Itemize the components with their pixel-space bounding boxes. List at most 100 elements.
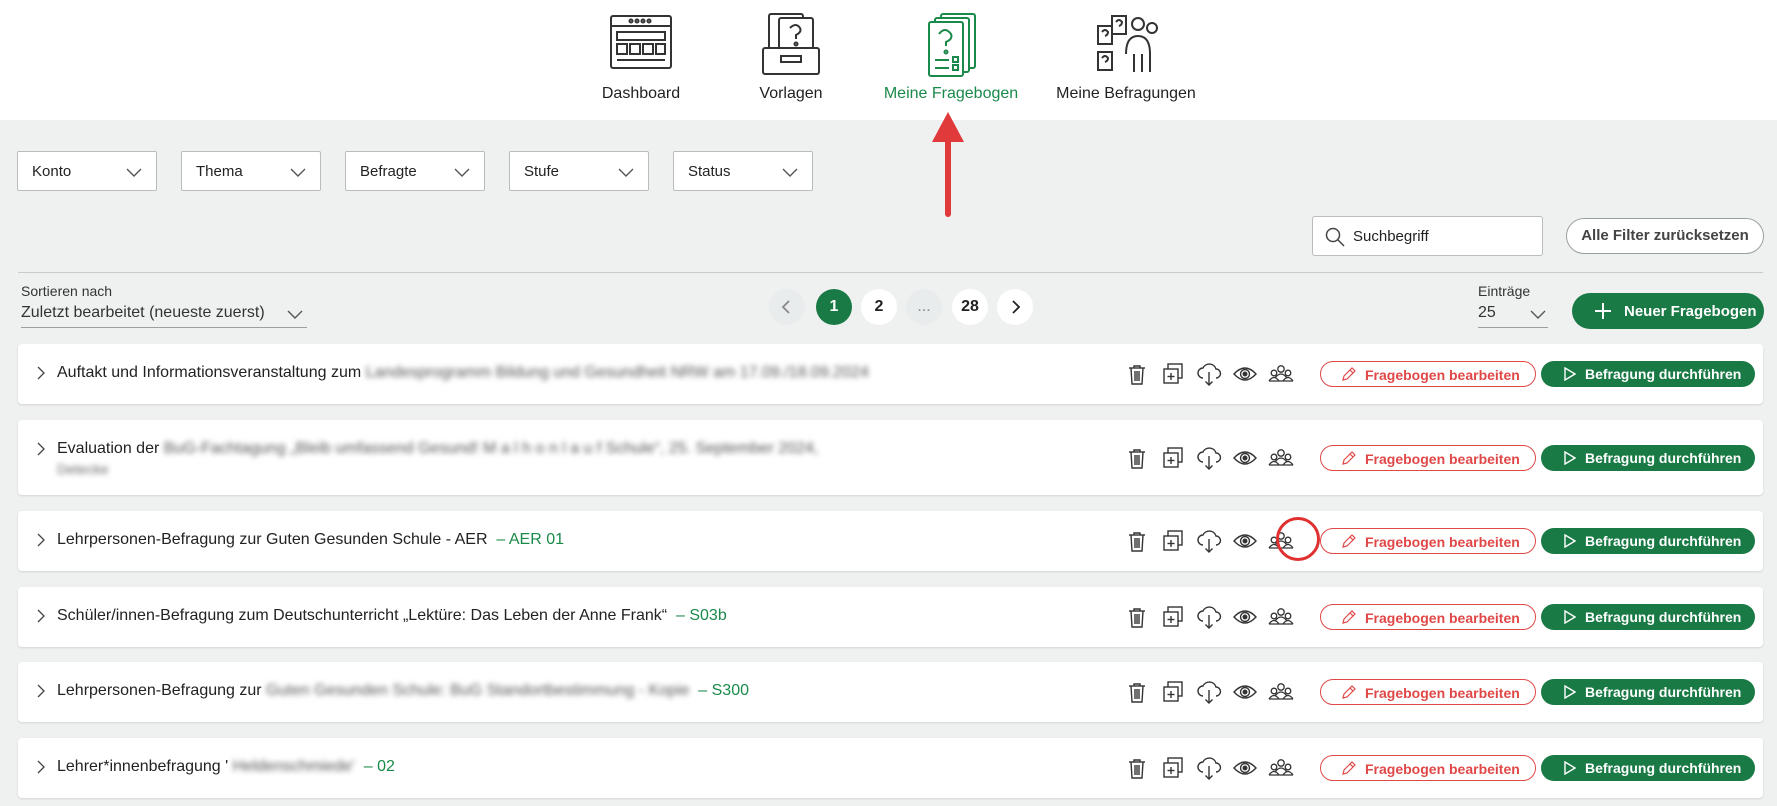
nav-vorlagen[interactable]: Vorlagen bbox=[711, 0, 871, 103]
delete-icon bbox=[1129, 532, 1145, 552]
download-icon[interactable] bbox=[1196, 755, 1222, 781]
participants-icon[interactable] bbox=[1268, 445, 1294, 471]
edit-questionnaire-button[interactable]: Fragebogen bearbeiten bbox=[1320, 679, 1536, 705]
delete-icon[interactable] bbox=[1124, 679, 1150, 705]
preview-icon[interactable] bbox=[1232, 679, 1258, 705]
edit-questionnaire-button[interactable]: Fragebogen bearbeiten bbox=[1320, 528, 1536, 554]
questionnaire-code: – AER 01 bbox=[496, 531, 564, 548]
pencil-icon bbox=[1342, 685, 1356, 699]
pagination-page-28[interactable]: 28 bbox=[952, 289, 988, 325]
chevron-right-icon[interactable] bbox=[34, 684, 48, 698]
run-survey-button[interactable]: Befragung durchführen bbox=[1541, 679, 1755, 705]
edit-questionnaire-label: Fragebogen bearbeiten bbox=[1365, 534, 1520, 550]
filter-konto[interactable]: Konto bbox=[17, 151, 157, 191]
participants-icon[interactable] bbox=[1268, 679, 1294, 705]
chevron-right-icon[interactable] bbox=[34, 442, 48, 456]
delete-icon bbox=[1129, 365, 1145, 385]
edit-questionnaire-button[interactable]: Fragebogen bearbeiten bbox=[1320, 755, 1536, 781]
reset-filters-button[interactable]: Alle Filter zurücksetzen bbox=[1566, 218, 1764, 254]
download-icon[interactable] bbox=[1196, 604, 1222, 630]
preview-icon[interactable] bbox=[1232, 604, 1258, 630]
nav-meine-fragebogen[interactable]: Meine Fragebogen bbox=[871, 0, 1031, 103]
pagination-page-2[interactable]: 2 bbox=[861, 289, 897, 325]
run-survey-button[interactable]: Befragung durchführen bbox=[1541, 755, 1755, 781]
questionnaire-row: Auftakt und Informationsveranstaltung zu… bbox=[18, 344, 1763, 404]
preview-icon[interactable] bbox=[1232, 528, 1258, 554]
filter-stufe-label: Stufe bbox=[524, 163, 560, 180]
search-input[interactable] bbox=[1353, 225, 1533, 247]
preview-icon[interactable] bbox=[1232, 445, 1258, 471]
nav-dashboard[interactable]: Dashboard bbox=[561, 0, 721, 103]
edit-questionnaire-button[interactable]: Fragebogen bearbeiten bbox=[1320, 604, 1536, 630]
chevron-right-icon[interactable] bbox=[34, 609, 48, 623]
participants-icon[interactable] bbox=[1268, 604, 1294, 630]
questionnaire-title[interactable]: Auftakt und Informationsveranstaltung zu… bbox=[57, 364, 869, 382]
highlight-circle bbox=[1276, 517, 1320, 561]
chevron-right-icon[interactable] bbox=[34, 760, 48, 774]
download-icon[interactable] bbox=[1196, 679, 1222, 705]
pencil-icon bbox=[1342, 534, 1356, 548]
delete-icon bbox=[1129, 759, 1145, 779]
edit-questionnaire-button[interactable]: Fragebogen bearbeiten bbox=[1320, 445, 1536, 471]
preview-icon[interactable] bbox=[1232, 755, 1258, 781]
download-icon[interactable] bbox=[1196, 361, 1222, 387]
duplicate-icon bbox=[1163, 757, 1183, 778]
edit-questionnaire-label: Fragebogen bearbeiten bbox=[1365, 451, 1520, 467]
run-survey-button[interactable]: Befragung durchführen bbox=[1541, 528, 1755, 554]
divider bbox=[18, 272, 1763, 273]
sort-caption: Sortieren nach bbox=[21, 283, 113, 299]
pagination-page-1[interactable]: 1 bbox=[816, 289, 852, 325]
run-survey-button[interactable]: Befragung durchführen bbox=[1541, 361, 1755, 387]
filter-stufe[interactable]: Stufe bbox=[509, 151, 649, 191]
entries-caption: Einträge bbox=[1478, 283, 1531, 299]
questionnaire-title[interactable]: Lehrpersonen-Befragung zur Guten Gesunde… bbox=[57, 682, 749, 700]
edit-questionnaire-label: Fragebogen bearbeiten bbox=[1365, 610, 1520, 626]
title-redacted-text: Guten Gesunden Schule: BuG Standortbesti… bbox=[266, 682, 690, 699]
run-survey-button[interactable]: Befragung durchführen bbox=[1541, 445, 1755, 471]
duplicate-icon[interactable] bbox=[1160, 604, 1186, 630]
delete-icon[interactable] bbox=[1124, 604, 1150, 630]
questionnaire-title[interactable]: Lehrer*innenbefragung ' Heldenschmiede' … bbox=[57, 758, 395, 776]
questionnaire-title[interactable]: Evaluation der BuG-Fachtagung „Bleib umf… bbox=[57, 440, 818, 458]
nav-meine-befragungen[interactable]: Meine Befragungen bbox=[1046, 0, 1206, 103]
chevron-right-icon[interactable] bbox=[34, 366, 48, 380]
title-text: Lehrpersonen-Befragung zur bbox=[57, 682, 262, 699]
filter-status[interactable]: Status bbox=[673, 151, 813, 191]
delete-icon[interactable] bbox=[1124, 445, 1150, 471]
new-questionnaire-button[interactable]: Neuer Fragebogen bbox=[1572, 293, 1764, 329]
participants-icon[interactable] bbox=[1268, 755, 1294, 781]
duplicate-icon bbox=[1163, 681, 1183, 702]
preview-icon[interactable] bbox=[1232, 361, 1258, 387]
edit-questionnaire-button[interactable]: Fragebogen bearbeiten bbox=[1320, 361, 1536, 387]
delete-icon[interactable] bbox=[1124, 755, 1150, 781]
filter-befragte[interactable]: Befragte bbox=[345, 151, 485, 191]
preview-icon bbox=[1233, 367, 1257, 381]
duplicate-icon bbox=[1163, 606, 1183, 627]
nav-label-dashboard: Dashboard bbox=[601, 85, 681, 102]
templates-icon bbox=[762, 13, 820, 75]
participants-icon[interactable] bbox=[1268, 361, 1294, 387]
chevron-down-icon bbox=[1530, 310, 1546, 319]
pagination-next-button[interactable] bbox=[997, 289, 1033, 325]
title-redacted-subline: Detecke bbox=[57, 461, 109, 477]
filter-thema[interactable]: Thema bbox=[181, 151, 321, 191]
duplicate-icon[interactable] bbox=[1160, 755, 1186, 781]
duplicate-icon[interactable] bbox=[1160, 528, 1186, 554]
sort-select[interactable]: Zuletzt bearbeitet (neueste zuerst) bbox=[21, 300, 307, 328]
delete-icon[interactable] bbox=[1124, 528, 1150, 554]
delete-icon[interactable] bbox=[1124, 361, 1150, 387]
download-icon[interactable] bbox=[1196, 445, 1222, 471]
entries-select[interactable]: 25 bbox=[1478, 300, 1548, 328]
chevron-right-icon[interactable] bbox=[34, 533, 48, 547]
download-icon[interactable] bbox=[1196, 528, 1222, 554]
duplicate-icon[interactable] bbox=[1160, 679, 1186, 705]
run-survey-label: Befragung durchführen bbox=[1585, 760, 1742, 776]
filter-konto-label: Konto bbox=[32, 163, 72, 180]
dashboard-icon bbox=[610, 15, 672, 69]
duplicate-icon[interactable] bbox=[1160, 445, 1186, 471]
run-survey-button[interactable]: Befragung durchführen bbox=[1541, 604, 1755, 630]
questionnaire-title[interactable]: Schüler/innen-Befragung zum Deutschunter… bbox=[57, 607, 727, 625]
duplicate-icon[interactable] bbox=[1160, 361, 1186, 387]
questionnaire-title[interactable]: Lehrpersonen-Befragung zur Guten Gesunde… bbox=[57, 531, 564, 549]
pagination-prev-button[interactable] bbox=[769, 289, 805, 325]
